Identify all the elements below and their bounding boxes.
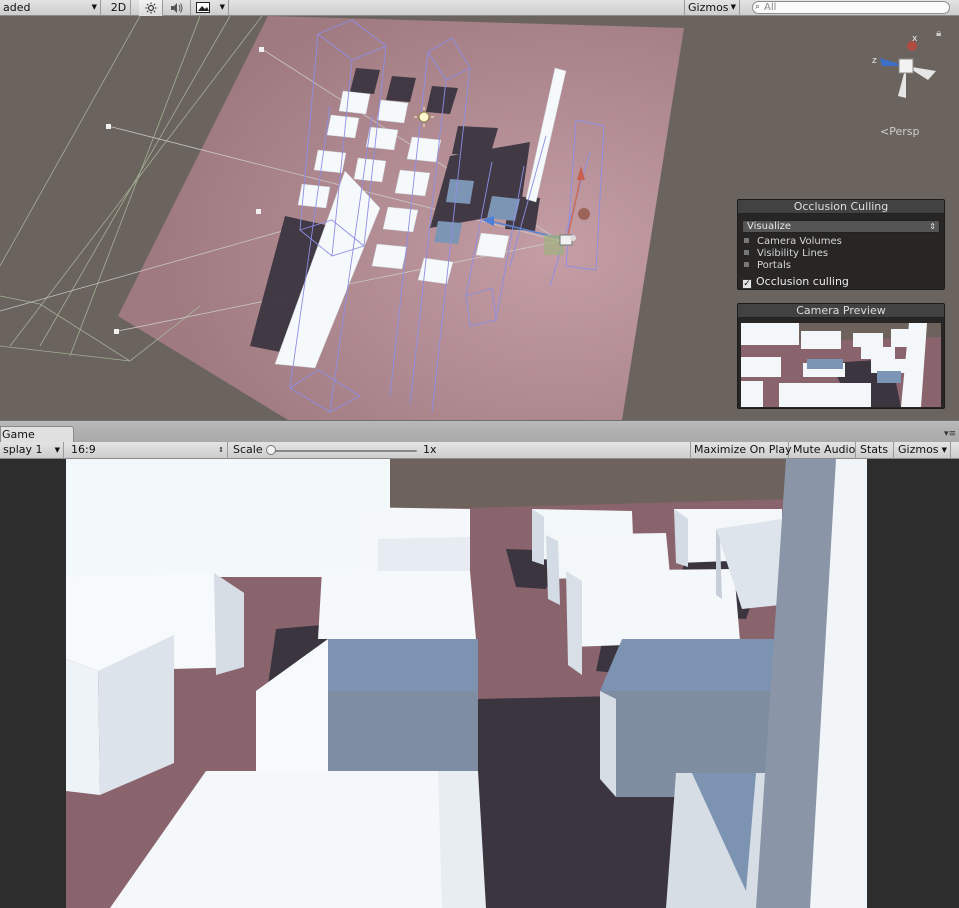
scene-search-input[interactable]: ⌕ All xyxy=(752,1,950,14)
display-dropdown[interactable]: splay 1 ▼ xyxy=(0,442,64,459)
shading-mode-dropdown[interactable]: aded ▼ xyxy=(0,0,101,16)
tab-game-label: Game xyxy=(2,428,35,441)
option-label: Portals xyxy=(757,260,791,271)
chevron-down-icon: ▼ xyxy=(730,3,736,11)
axis-label-x: x xyxy=(912,34,918,44)
lock-icon[interactable]: 🔒︎ xyxy=(936,28,941,39)
camera-preview-panel: Camera Preview xyxy=(737,303,945,409)
2d-toggle-button[interactable]: 2D xyxy=(107,0,131,16)
option-label: Camera Volumes xyxy=(757,236,842,247)
occlusion-mode-dropdown[interactable]: Visualize ⇕ xyxy=(742,220,940,233)
occlusion-panel-title: Occlusion Culling xyxy=(738,200,944,214)
shading-mode-label: aded xyxy=(3,1,31,14)
game-view[interactable] xyxy=(0,459,959,908)
scene-audio-toggle[interactable] xyxy=(164,0,191,16)
stats-toggle[interactable]: Stats xyxy=(857,442,894,459)
chevron-down-icon: ▼ xyxy=(91,3,97,11)
sun-icon xyxy=(145,2,156,14)
mute-audio-toggle[interactable]: Mute Audio xyxy=(790,442,856,459)
option-visibility-lines[interactable]: Visibility Lines xyxy=(744,248,828,260)
option-label: Visibility Lines xyxy=(757,248,829,259)
gizmos-label: Gizmos xyxy=(688,1,729,14)
occlusion-mode-value: Visualize xyxy=(747,221,792,232)
projection-label: Persp xyxy=(889,125,920,138)
gizmos-label: Gizmos xyxy=(898,443,939,456)
scene-toolbar: aded ▼ 2D ▼ Gizmos ▼ ⌕ All xyxy=(0,0,959,16)
scene-lighting-toggle[interactable] xyxy=(139,0,163,16)
axis-label-z: z xyxy=(872,56,877,66)
toggle-square-icon xyxy=(744,238,749,243)
toggle-square-icon xyxy=(744,262,749,267)
chevron-down-icon: ▼ xyxy=(219,3,225,11)
scene-gizmos-dropdown[interactable]: Gizmos ▼ xyxy=(684,0,740,16)
scene-effects-dropdown[interactable]: ▼ xyxy=(193,0,229,16)
tab-game[interactable]: Game xyxy=(0,426,74,443)
maximize-on-play-toggle[interactable]: Maximize On Play xyxy=(690,442,792,459)
option-portals[interactable]: Portals xyxy=(744,260,791,272)
scale-slider-handle[interactable] xyxy=(266,445,276,455)
scale-value: 1x xyxy=(423,443,437,456)
tab-menu-icon[interactable]: ▾≡ xyxy=(944,429,956,439)
projection-toggle[interactable]: <Persp xyxy=(880,125,919,138)
game-render xyxy=(66,459,867,908)
game-gizmos-dropdown[interactable]: Gizmos ▼ xyxy=(895,442,951,459)
camera-preview-title: Camera Preview xyxy=(738,304,944,318)
image-icon xyxy=(196,2,210,13)
updown-arrow-icon: ⇕ xyxy=(929,222,936,231)
search-icon: ⌕ xyxy=(755,2,761,12)
chevron-left-icon: < xyxy=(880,125,890,138)
chevron-down-icon: ▼ xyxy=(941,446,947,454)
option-camera-volumes[interactable]: Camera Volumes xyxy=(744,236,842,248)
occlusion-culling-checkbox[interactable]: ✓ Occlusion culling xyxy=(742,275,849,289)
game-tab-bar: Game ▾≡ xyxy=(0,420,959,443)
display-label: splay 1 xyxy=(3,443,43,456)
checkmark-icon: ✓ xyxy=(742,279,752,289)
checkbox-label: Occlusion culling xyxy=(756,275,849,288)
scale-label: Scale xyxy=(233,443,263,456)
2d-label: 2D xyxy=(110,1,127,14)
updown-arrow-icon: ⇕ xyxy=(218,446,224,454)
game-toolbar: splay 1 ▼ 16:9 ⇕ Scale 1x Maximize On Pl… xyxy=(0,442,959,459)
occlusion-culling-panel: Occlusion Culling Visualize ⇕ Camera Vol… xyxy=(737,199,945,290)
search-placeholder: All xyxy=(764,2,777,13)
toggle-square-icon xyxy=(744,250,749,255)
scale-slider-track[interactable] xyxy=(269,450,417,452)
camera-preview-image xyxy=(741,323,941,407)
aspect-label: 16:9 xyxy=(71,443,96,456)
aspect-dropdown[interactable]: 16:9 ⇕ xyxy=(68,442,228,459)
updown-arrow-icon: ▼ xyxy=(54,446,60,454)
speaker-icon xyxy=(171,3,183,13)
